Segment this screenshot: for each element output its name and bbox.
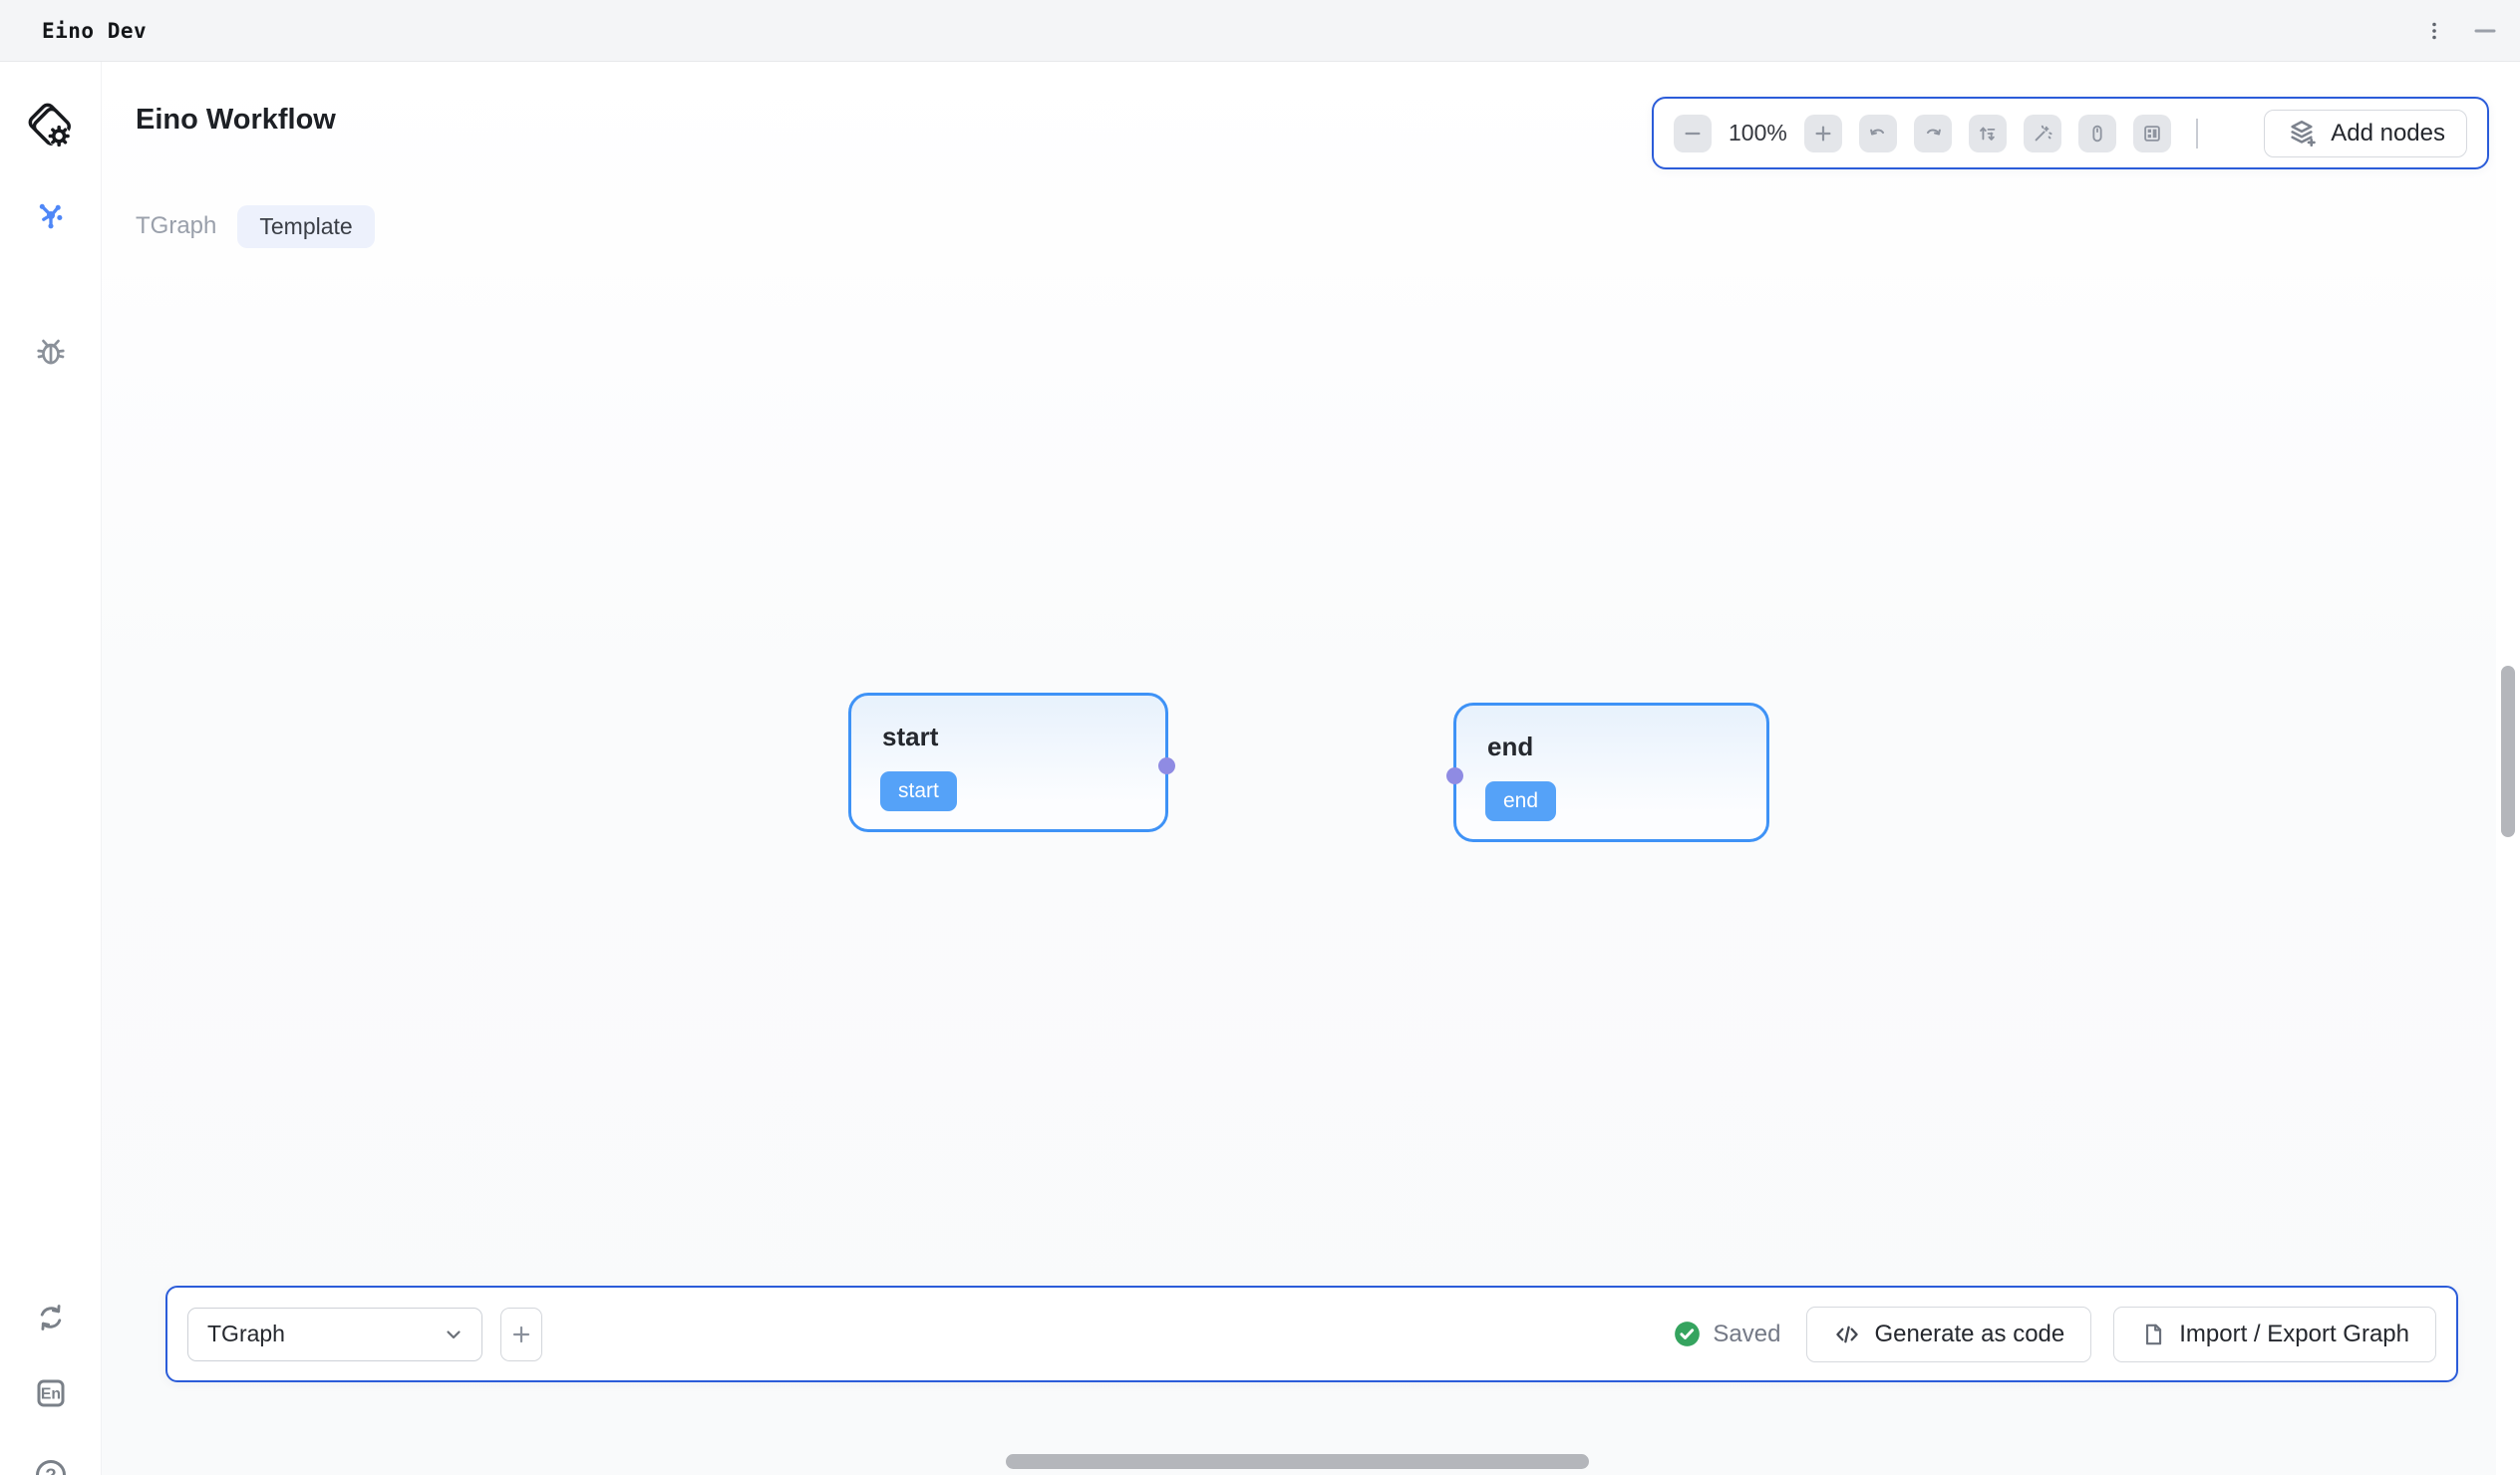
magic-wand-icon (2032, 123, 2053, 145)
plus-icon (1812, 123, 1834, 145)
minimize-icon[interactable] (2472, 19, 2498, 43)
undo-icon (1867, 123, 1889, 145)
help-label: ? (45, 1465, 56, 1475)
auto-layout-button[interactable] (1969, 115, 2007, 152)
graph-name-label[interactable]: TGraph (136, 212, 216, 240)
window-title: Eino Dev (42, 19, 147, 43)
workflow-canvas[interactable] (102, 62, 2520, 1475)
zoom-in-button[interactable] (1804, 115, 1842, 152)
window-titlebar: Eino Dev (0, 0, 2520, 62)
save-status: Saved (1674, 1321, 1780, 1348)
zoom-level-label: 100% (1729, 120, 1787, 147)
horizontal-scrollbar-thumb[interactable] (1006, 1454, 1589, 1469)
auto-layout-icon (1977, 123, 1999, 145)
graph-select[interactable]: TGraph (187, 1308, 482, 1361)
check-circle-icon (1674, 1321, 1701, 1347)
magic-wand-button[interactable] (2024, 115, 2061, 152)
vertical-scrollbar-thumb[interactable] (2501, 666, 2515, 837)
redo-icon (1922, 123, 1944, 145)
sidebar: En ? (0, 62, 102, 1475)
page-title: Eino Workflow (136, 104, 336, 137)
language-en-label: En (41, 1386, 61, 1403)
language-en-icon[interactable]: En (0, 1375, 102, 1411)
plus-icon (509, 1323, 533, 1346)
add-graph-button[interactable] (500, 1308, 542, 1361)
node-start[interactable]: start start (848, 693, 1168, 832)
mouse-mode-button[interactable] (2078, 115, 2116, 152)
minimap-icon (2141, 123, 2163, 145)
canvas-toolbar: 100% (1652, 97, 2489, 169)
undo-button[interactable] (1859, 115, 1897, 152)
zoom-out-button[interactable] (1674, 115, 1712, 152)
output-port-handle[interactable] (1158, 757, 1175, 774)
toolbar-divider (2196, 119, 2198, 148)
template-badge: Template (237, 205, 374, 248)
breadcrumb: TGraph Template (136, 204, 375, 248)
app-window: Eino Dev (0, 0, 2520, 1475)
refresh-icon[interactable] (0, 1301, 102, 1334)
generate-code-label: Generate as code (1874, 1321, 2064, 1348)
add-nodes-label: Add nodes (2331, 120, 2445, 148)
kebab-menu-icon[interactable] (2422, 19, 2446, 43)
generate-code-button[interactable]: Generate as code (1806, 1307, 2091, 1362)
import-export-button[interactable]: Import / Export Graph (2113, 1307, 2436, 1362)
workflow-graph-icon[interactable] (0, 197, 102, 233)
redo-button[interactable] (1914, 115, 1952, 152)
debug-bug-icon[interactable] (0, 333, 102, 369)
file-icon (2140, 1322, 2166, 1347)
app-logo-icon[interactable] (0, 98, 102, 153)
node-type-badge: end (1485, 781, 1556, 821)
help-icon[interactable]: ? (0, 1457, 102, 1475)
save-status-label: Saved (1713, 1321, 1780, 1348)
mouse-icon (2086, 123, 2108, 145)
layers-plus-icon (2286, 118, 2318, 149)
minus-icon (1682, 123, 1704, 145)
minimap-button[interactable] (2133, 115, 2171, 152)
graph-select-value: TGraph (207, 1321, 442, 1347)
chevron-down-icon (442, 1323, 466, 1346)
node-type-badge: start (880, 771, 957, 811)
node-end[interactable]: end end (1453, 703, 1769, 842)
input-port-handle[interactable] (1446, 767, 1463, 784)
code-icon (1833, 1321, 1861, 1348)
add-nodes-button[interactable]: Add nodes (2264, 110, 2467, 157)
import-export-label: Import / Export Graph (2179, 1321, 2409, 1348)
graph-footer-bar: TGraph Saved Generate as cod (165, 1286, 2458, 1382)
node-title: end (1487, 732, 1533, 762)
node-title: start (882, 722, 938, 752)
